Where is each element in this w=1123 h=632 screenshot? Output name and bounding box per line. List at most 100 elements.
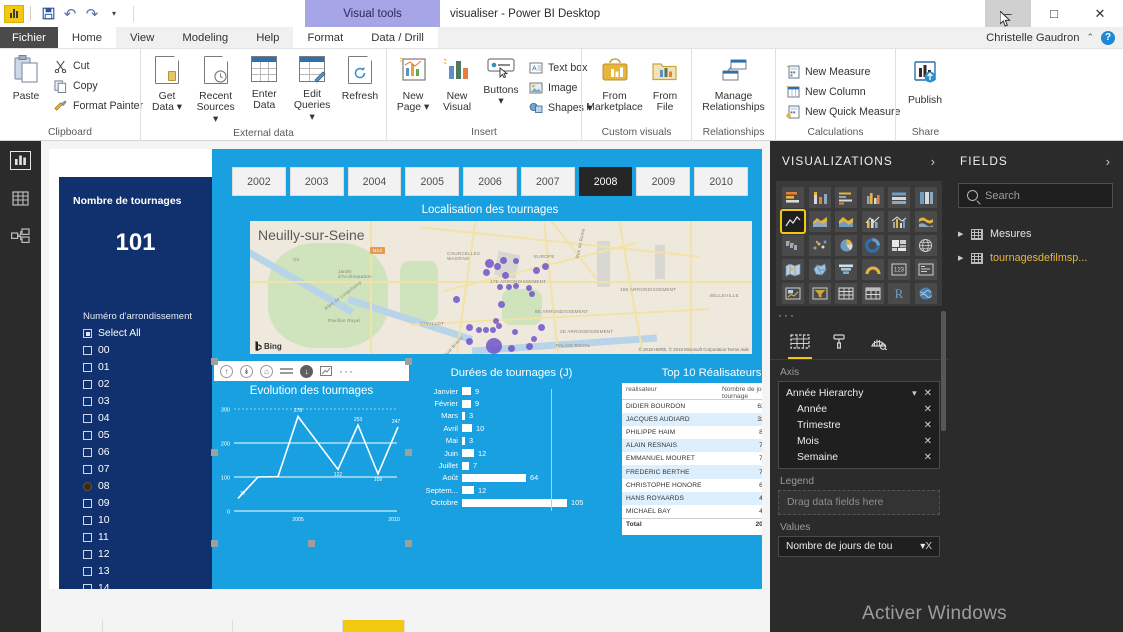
year-tab-2002[interactable]: 2002 bbox=[232, 167, 286, 196]
format-painter-button[interactable]: Format Painter bbox=[48, 96, 148, 116]
slicer-item-07[interactable]: 07 bbox=[83, 461, 141, 478]
resize-handle-l[interactable] bbox=[211, 449, 218, 456]
remove-field-icon[interactable]: ✕ bbox=[924, 404, 932, 415]
maximize-button[interactable]: □ bbox=[1031, 0, 1077, 27]
checkbox-icon[interactable] bbox=[83, 465, 92, 474]
resize-handle-tr[interactable] bbox=[405, 358, 412, 365]
minimize-button[interactable]: – bbox=[985, 0, 1031, 27]
tab-view[interactable]: View bbox=[116, 27, 168, 48]
enter-data-button[interactable]: Enter Data bbox=[242, 54, 286, 114]
focus-mode-icon[interactable] bbox=[320, 366, 332, 376]
from-file-button[interactable]: From File bbox=[643, 56, 687, 116]
page-tab[interactable] bbox=[41, 620, 103, 632]
viz-card[interactable]: 123 bbox=[888, 259, 910, 280]
copy-button[interactable]: Copy bbox=[48, 76, 148, 96]
undo-icon[interactable]: ↶ bbox=[59, 3, 81, 25]
year-tab-2004[interactable]: 2004 bbox=[347, 167, 402, 196]
remove-field-icon[interactable]: ✕ bbox=[924, 452, 932, 463]
viz-ribbon-chart[interactable] bbox=[914, 211, 937, 232]
viz-line-clustered-column-chart[interactable] bbox=[888, 211, 910, 232]
viz-area-chart[interactable] bbox=[808, 211, 831, 232]
checkbox-icon[interactable] bbox=[83, 431, 92, 440]
viz-line-stacked-column-chart[interactable] bbox=[861, 211, 884, 232]
resize-handle-bl[interactable] bbox=[211, 540, 218, 547]
values-well-item[interactable]: Nombre de jours de tou ▾X bbox=[778, 536, 940, 557]
new-column-button[interactable]: New Column bbox=[780, 82, 905, 102]
viz-python-visual[interactable] bbox=[914, 283, 937, 304]
slicer-item-06[interactable]: 06 bbox=[83, 444, 141, 461]
viz-stacked-area-chart[interactable] bbox=[835, 211, 857, 232]
slicer-item-14[interactable]: 14 bbox=[83, 580, 141, 589]
new-measure-button[interactable]: New Measure bbox=[780, 62, 905, 82]
tab-fichier[interactable]: Fichier bbox=[0, 27, 58, 48]
viz-pane-scrollbar[interactable] bbox=[941, 311, 946, 431]
rail-model-view[interactable] bbox=[0, 217, 41, 255]
axis-well[interactable]: Année Hierarchy ▾ ✕ Année ✕ Trimestre ✕ M… bbox=[778, 381, 940, 469]
viz-map[interactable] bbox=[914, 235, 937, 256]
tab-help[interactable]: Help bbox=[242, 27, 293, 48]
buttons-button[interactable]: Buttons ▾ bbox=[479, 54, 523, 110]
checkbox-icon[interactable] bbox=[83, 346, 92, 355]
focus-up-icon[interactable]: ↑ bbox=[220, 364, 233, 378]
edit-queries-button[interactable]: Edit Queries ▾ bbox=[286, 54, 338, 126]
year-tab-2008[interactable]: 2008 bbox=[578, 167, 633, 196]
slicer-item-01[interactable]: 01 bbox=[83, 359, 141, 376]
powerbi-app-icon[interactable] bbox=[4, 4, 24, 23]
checkbox-icon[interactable] bbox=[83, 363, 92, 372]
viz-table[interactable] bbox=[835, 283, 857, 304]
get-data-button[interactable]: Get Data ▾ bbox=[145, 54, 189, 116]
table-row[interactable]: ALAIN RESNAIS 7 bbox=[622, 439, 762, 453]
year-tab-2005[interactable]: 2005 bbox=[405, 167, 460, 196]
year-tab-2007[interactable]: 2007 bbox=[520, 167, 575, 196]
more-options-icon[interactable]: ··· bbox=[339, 365, 354, 377]
year-tab-2009[interactable]: 2009 bbox=[636, 167, 691, 196]
map-visual[interactable]: Neuilly-sur-Seine O1 N13 Jardin d'Acclima… bbox=[250, 221, 752, 354]
checkbox-selected-icon[interactable] bbox=[83, 482, 92, 491]
arrondissement-slicer[interactable]: Select All 00 01 02 03 04 05 06 07 08 09… bbox=[83, 325, 141, 589]
viz-scatter-chart[interactable] bbox=[808, 235, 831, 256]
slicer-item-10[interactable]: 10 bbox=[83, 512, 141, 529]
tab-home[interactable]: Home bbox=[57, 27, 117, 48]
well-item-annee-hierarchy[interactable]: Année Hierarchy ▾ ✕ bbox=[779, 385, 939, 401]
refresh-button[interactable]: Refresh bbox=[338, 54, 382, 104]
table-row[interactable]: CHRISTOPHE HONORE 6 bbox=[622, 479, 762, 492]
remove-field-icon[interactable]: ✕ bbox=[924, 388, 932, 399]
resize-handle-br[interactable] bbox=[405, 540, 412, 547]
remove-field-icon[interactable]: ✕ bbox=[924, 420, 932, 431]
viz-funnel[interactable] bbox=[835, 259, 857, 280]
viz-stacked-bar-chart[interactable] bbox=[782, 187, 804, 208]
well-item-semaine[interactable]: Semaine ✕ bbox=[779, 449, 939, 465]
visual-type-gallery[interactable]: 123 R bbox=[776, 181, 942, 306]
fields-table-mesures[interactable]: ▶ Mesures bbox=[948, 222, 1123, 246]
tab-format[interactable]: Format bbox=[293, 27, 357, 48]
viz-filled-map[interactable] bbox=[782, 259, 804, 280]
slicer-item-00[interactable]: 00 bbox=[83, 342, 141, 359]
checkbox-icon[interactable] bbox=[83, 567, 92, 576]
viz-slicer[interactable] bbox=[808, 283, 831, 304]
drill-down-icon[interactable]: ↡ bbox=[240, 364, 253, 378]
checkbox-icon[interactable] bbox=[83, 414, 92, 423]
close-button[interactable]: ✕ bbox=[1077, 0, 1123, 27]
redo-icon[interactable]: ↷ bbox=[81, 3, 103, 25]
slicer-item-04[interactable]: 04 bbox=[83, 410, 141, 427]
remove-field-icon[interactable]: X bbox=[925, 541, 932, 552]
tab-modeling[interactable]: Modeling bbox=[168, 27, 242, 48]
viz-shape-map[interactable] bbox=[808, 259, 831, 280]
slicer-item-02[interactable]: 02 bbox=[83, 376, 141, 393]
recent-sources-button[interactable]: Recent Sources ▾ bbox=[189, 54, 242, 128]
legend-dropzone[interactable]: Drag data fields here bbox=[778, 490, 940, 515]
more-visuals-icon[interactable]: ··· bbox=[770, 306, 948, 326]
new-visual-button[interactable]: New Visual bbox=[435, 54, 479, 116]
viz-gauge[interactable] bbox=[861, 259, 884, 280]
viz-line-chart[interactable] bbox=[780, 209, 806, 234]
slicer-item-09[interactable]: 09 bbox=[83, 495, 141, 512]
well-item-annee[interactable]: Année ✕ bbox=[779, 401, 939, 417]
checkbox-icon[interactable] bbox=[83, 448, 92, 457]
help-icon[interactable]: ? bbox=[1101, 30, 1115, 45]
viz-100-stacked-column-chart[interactable] bbox=[914, 187, 937, 208]
table-row[interactable]: MICHAEL BAY 4 bbox=[622, 505, 762, 518]
from-marketplace-button[interactable]: From Marketplace bbox=[586, 56, 643, 116]
new-page-button[interactable]: New Page ▾ bbox=[391, 54, 435, 116]
resize-handle-r[interactable] bbox=[405, 449, 412, 456]
viz-multi-row-card[interactable] bbox=[914, 259, 937, 280]
